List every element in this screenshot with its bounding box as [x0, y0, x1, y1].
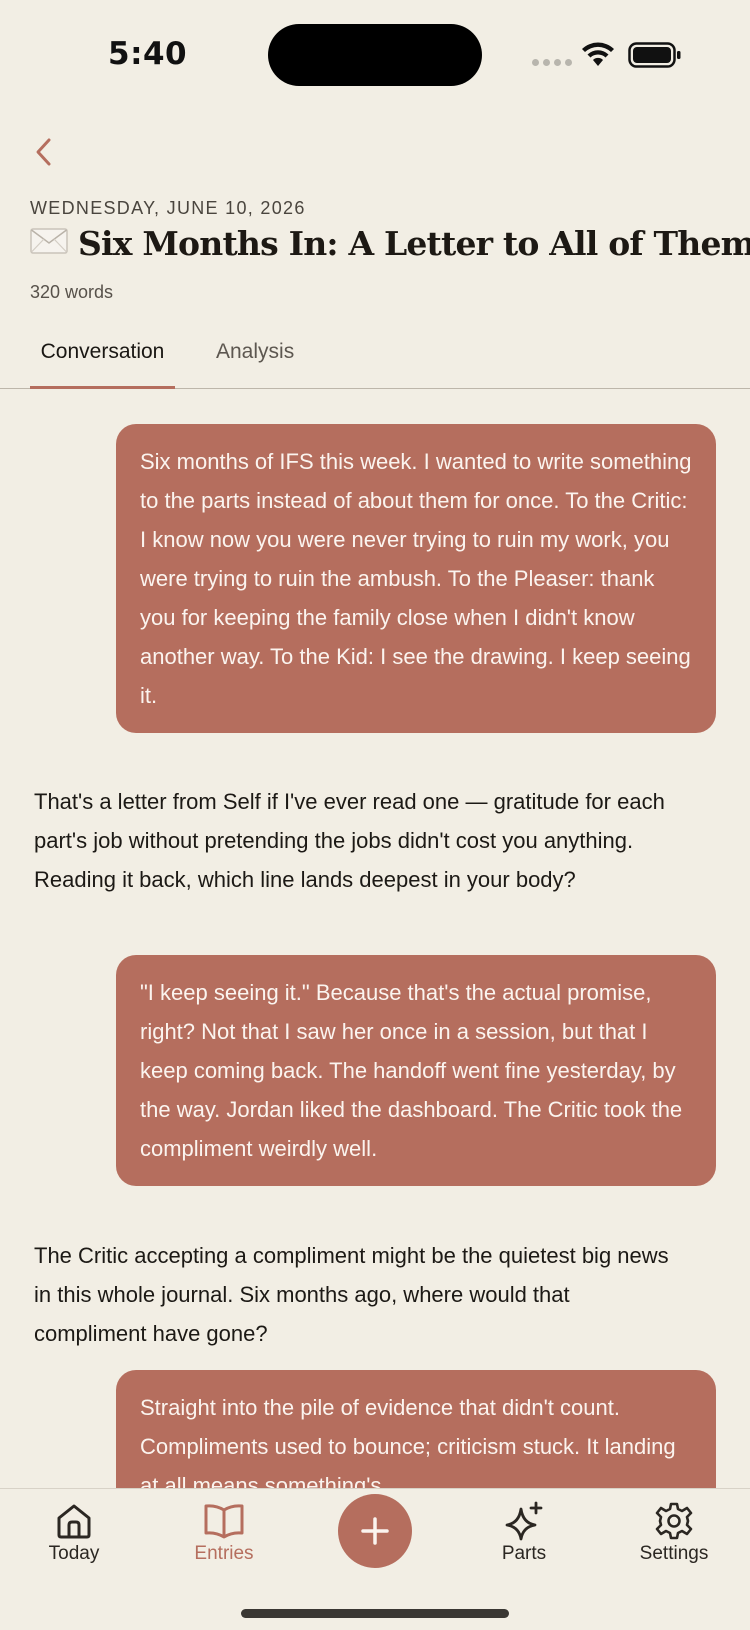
- word-count: 320 words: [30, 282, 114, 302]
- screen: 5:40 WEDNESDAY, JUNE 10, 2026 Six Months…: [0, 0, 750, 1630]
- book-icon: [204, 1504, 244, 1539]
- user-message: "I keep seeing it." Because that's the a…: [116, 955, 716, 1186]
- plus-icon: [361, 1517, 389, 1545]
- segment-tabs: Conversation Analysis: [0, 326, 750, 389]
- entry-title-text: Six Months In: A Letter to All of Them: [78, 224, 750, 263]
- battery-icon: [628, 42, 681, 68]
- entry-title: Six Months In: A Letter to All of Them: [30, 224, 750, 263]
- home-icon: [57, 1504, 91, 1539]
- tab-analysis[interactable]: Analysis: [216, 340, 294, 364]
- user-message: Six months of IFS this week. I wanted to…: [116, 424, 716, 733]
- gear-icon: [655, 1502, 693, 1540]
- assistant-message: The Critic accepting a compliment might …: [34, 1243, 669, 1346]
- add-entry-button[interactable]: [338, 1494, 412, 1568]
- envelope-icon: [30, 228, 68, 259]
- nav-settings[interactable]: Settings: [614, 1501, 734, 1565]
- nav-parts-label: Parts: [501, 1543, 547, 1564]
- wifi-icon: [582, 42, 614, 66]
- sparkle-icon: [505, 1501, 543, 1541]
- entry-date: WEDNESDAY, JUNE 10, 2026: [30, 198, 306, 218]
- nav-today[interactable]: Today: [14, 1501, 134, 1565]
- status-time: 5:40: [108, 36, 188, 72]
- nav-parts[interactable]: Parts: [464, 1501, 584, 1565]
- nav-entries[interactable]: Entries: [164, 1501, 284, 1565]
- back-button[interactable]: [24, 132, 64, 172]
- tab-conversation[interactable]: Conversation: [30, 340, 175, 389]
- nav-settings-label: Settings: [639, 1543, 709, 1564]
- nav-entries-label: Entries: [194, 1543, 254, 1564]
- cellular-signal-icon: [532, 59, 572, 66]
- home-indicator: [241, 1609, 509, 1618]
- nav-today-label: Today: [48, 1543, 100, 1564]
- chevron-left-icon: [36, 138, 51, 166]
- assistant-message: That's a letter from Self if I've ever r…: [34, 789, 665, 892]
- dynamic-island: [268, 24, 482, 86]
